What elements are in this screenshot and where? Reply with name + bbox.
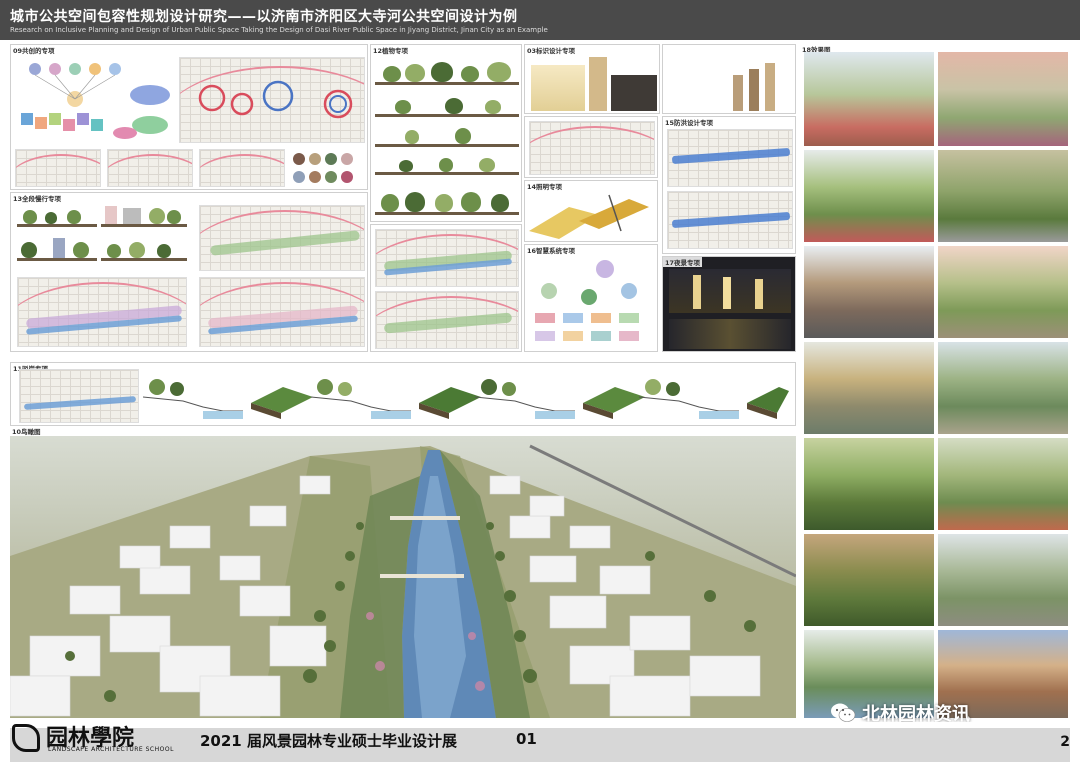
smart-system-diagram xyxy=(535,260,639,341)
rendering-3 xyxy=(804,150,934,242)
planting-section-1 xyxy=(375,62,519,89)
totem-2 xyxy=(749,69,759,111)
night-light-3 xyxy=(755,279,763,309)
night-light-2 xyxy=(723,277,731,309)
sign-scene-2 xyxy=(589,57,607,111)
rendering-11 xyxy=(804,534,934,626)
rendering-1 xyxy=(804,52,934,146)
night-plan xyxy=(669,319,791,349)
planting-section-2 xyxy=(375,97,519,121)
panel-flood-control xyxy=(662,44,796,114)
slow-traffic-plan-2 xyxy=(17,277,187,347)
poster-title: 城市公共空间包容性规划设计研究——以济南市济阳区大寺河公共空间设计为例 xyxy=(10,9,518,25)
diagram-plan-b xyxy=(107,149,193,187)
sign-scene-1 xyxy=(531,65,585,111)
diagram-plan-c xyxy=(199,149,285,187)
planting-section-4 xyxy=(375,155,519,179)
section-label-15: 15防洪设计专项 xyxy=(663,117,716,127)
title-bar: 城市公共空间包容性规划设计研究——以济南市济阳区大寺河公共空间设计为例 Rese… xyxy=(0,0,1080,40)
panel-signage: 03标识设计专项 xyxy=(524,44,660,114)
section-label-09: 09共创的专项 xyxy=(11,45,57,55)
wechat-icon xyxy=(830,702,856,724)
rendering-12 xyxy=(938,534,1068,626)
rendering-6 xyxy=(938,246,1068,338)
panel-bank-plans xyxy=(370,224,522,352)
section-label-14: 14照明专项 xyxy=(525,181,565,191)
rendering-7 xyxy=(804,342,934,434)
totem-3 xyxy=(765,63,775,111)
panel-slow-traffic: 13全段慢行专项 xyxy=(10,192,368,352)
slow-traffic-plan-1 xyxy=(199,205,365,271)
aerial-view xyxy=(10,436,796,718)
diagram-plan-a xyxy=(15,149,101,187)
exhibition-title: 2021 届风景园林专业硕士毕业设计展 xyxy=(200,732,457,750)
sheet-number: 01 xyxy=(516,730,537,748)
panel-revetment: 11驳岸专项 xyxy=(10,362,796,426)
slow-traffic-plan-3 xyxy=(199,277,365,347)
revetment-plan xyxy=(19,369,139,423)
planting-section-3 xyxy=(375,127,519,151)
bank-plan-2 xyxy=(375,291,519,349)
rendering-9 xyxy=(804,438,934,530)
flood-plan-1 xyxy=(667,129,793,187)
section-label-17: 17夜景专项 xyxy=(663,257,703,267)
lighting-diagram xyxy=(529,194,649,239)
totem-1 xyxy=(733,75,743,111)
aerial-rendering xyxy=(10,444,796,718)
flood-plan-2 xyxy=(667,191,793,249)
logo-mark-icon xyxy=(12,724,40,752)
section-label-10: 10鸟瞰图 xyxy=(10,426,43,436)
street-section-c xyxy=(17,238,97,265)
revetment-sections xyxy=(143,379,789,419)
night-light-1 xyxy=(693,275,701,309)
logo-subtext: LANDSCAPE ARCHITECTURE SCHOOL xyxy=(48,746,174,753)
section-label-03: 03标识设计专项 xyxy=(525,45,578,55)
school-logo: 园林學院 LANDSCAPE ARCHITECTURE SCHOOL xyxy=(10,722,190,758)
rendering-10 xyxy=(938,438,1068,530)
rendering-4 xyxy=(938,150,1068,242)
street-section-d xyxy=(101,239,187,265)
panel-smart: 16智慧系统专项 xyxy=(524,244,658,352)
section-label-12: 12植物专项 xyxy=(371,45,411,55)
panel-night: 17夜景专项 xyxy=(662,256,796,352)
rendering-8 xyxy=(938,342,1068,434)
poster-subtitle: Research on Inclusive Planning and Desig… xyxy=(10,26,548,34)
section-label-13: 13全段慢行专项 xyxy=(11,193,64,203)
activity-icons xyxy=(293,153,353,183)
street-section-b xyxy=(101,205,187,231)
panel-diagrams: 09共创的专项 xyxy=(10,44,368,190)
panel-bridges: 14照明专项 xyxy=(524,180,658,242)
panel-plan-small xyxy=(524,116,658,178)
inclusive-diagram xyxy=(21,63,170,139)
section-label-16: 16智慧系统专项 xyxy=(525,245,578,255)
street-section-a xyxy=(17,205,97,231)
bank-plan-1 xyxy=(375,229,519,287)
panel-lighting: 15防洪设计专项 xyxy=(662,116,796,254)
small-plan xyxy=(529,121,655,175)
sign-scene-3 xyxy=(611,75,657,111)
diagram-plan-main xyxy=(179,57,365,143)
rendering-2 xyxy=(938,52,1068,146)
rendering-5 xyxy=(804,246,934,338)
panel-renderings: 18效果图 xyxy=(800,44,1072,720)
planting-section-5 xyxy=(375,191,519,219)
panel-planting: 12植物专项 xyxy=(370,44,522,222)
footer: 园林學院 LANDSCAPE ARCHITECTURE SCHOOL 2021 … xyxy=(0,722,1080,764)
page-number: 2 xyxy=(1060,734,1070,750)
